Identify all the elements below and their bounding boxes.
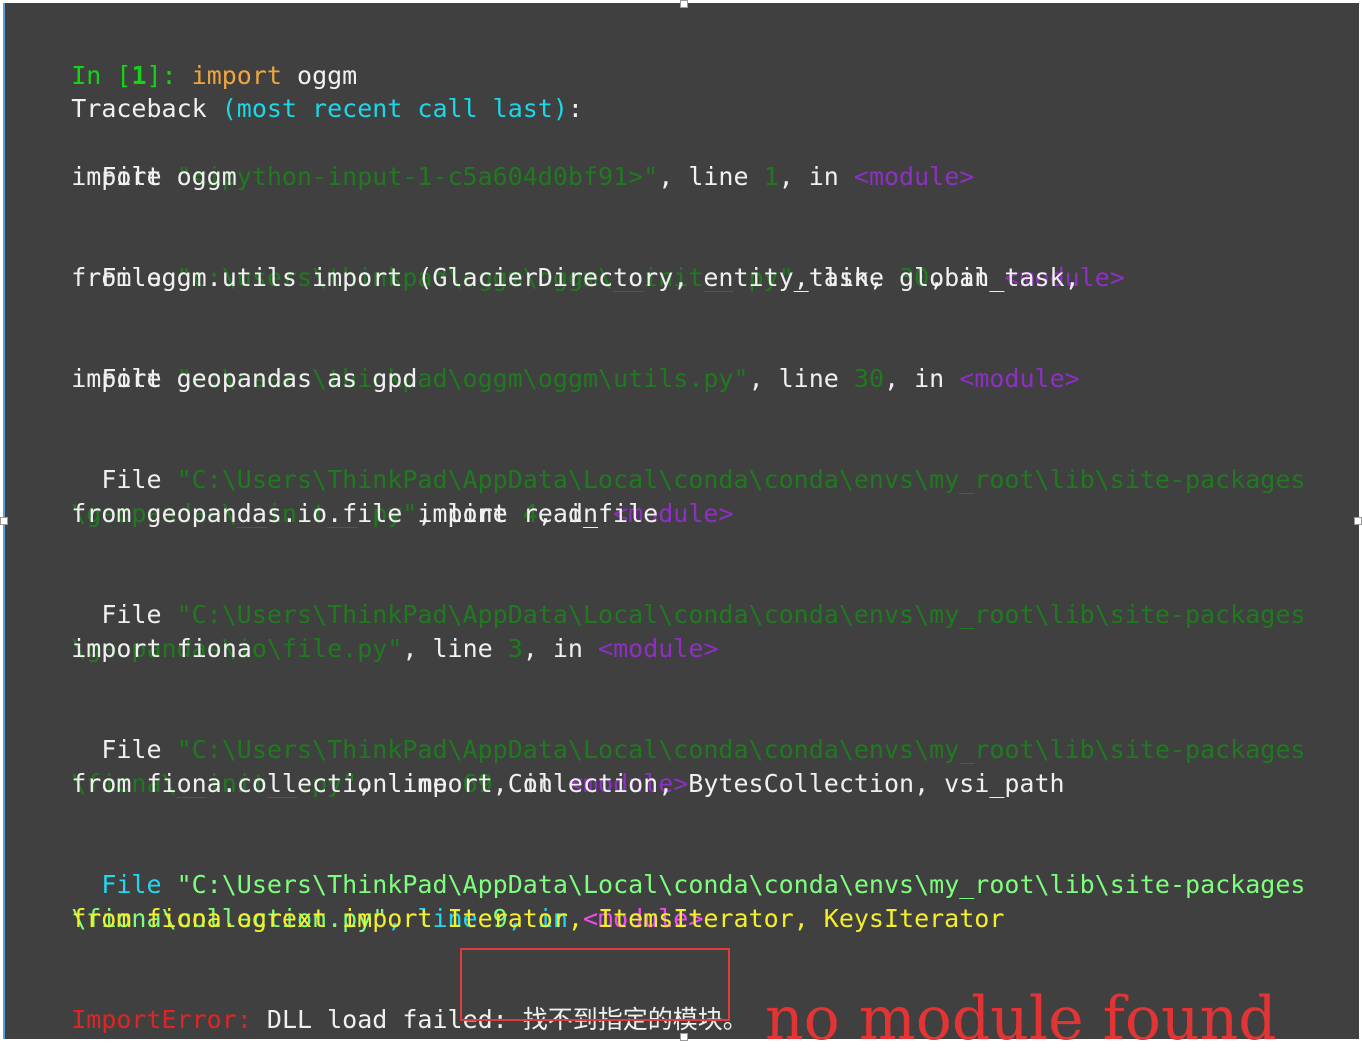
frame-path-continuation: \geopandas\__init__.py", line 4, in <mod… (11, 463, 733, 528)
frame-code-line: from oggm.utils import (GlacierDirectory… (11, 263, 1080, 292)
frame-file-line: File "C:\Users\ThinkPad\AppData\Local\co… (11, 699, 1305, 764)
resize-handle-bottom[interactable] (680, 1033, 688, 1041)
resize-handle-top[interactable] (680, 0, 688, 8)
error-colon: : (236, 1005, 267, 1034)
last-frame-path-continuation: \fiona\collection.py", line 9, in <modul… (11, 868, 703, 933)
frame-file-line: File "<ipython-input-1-c5a604d0bf91>", l… (11, 126, 974, 191)
traceback-word: Traceback (71, 94, 222, 123)
last-frame-file-line: File "C:\Users\ThinkPad\AppData\Local\co… (11, 834, 1305, 899)
frame-line-word: , line (658, 162, 764, 191)
frame-path-continuation: \fiona\__init__.py", line 69, in <module… (11, 733, 688, 798)
frame-in-word: , in (522, 634, 599, 663)
frame-in-word: , in (884, 364, 960, 393)
frame-code-line: from geopandas.io.file import read_file (11, 499, 659, 528)
frame-in-word: , in (778, 162, 854, 191)
frame-file-line: File "c:\users\thinkpad\oggm\oggm\__init… (11, 227, 1125, 292)
frame-line-number: 30 (853, 364, 884, 393)
frame-module: <module> (853, 162, 975, 191)
frame-line-word: , line (402, 634, 508, 663)
input-prompt-line: In [1]: import oggm (11, 25, 357, 90)
frame-line-number: 3 (507, 634, 523, 663)
traceback-colon: : (567, 94, 583, 123)
frame-file-line: File "C:\Users\ThinkPad\AppData\Local\co… (11, 564, 1305, 629)
frame-path: "<ipython-input-1-c5a604d0bf91>" (176, 162, 659, 191)
resize-handle-left[interactable] (0, 517, 8, 525)
frame-line-word: , line (748, 364, 854, 393)
frame-code-line: import geopandas as gpd (11, 364, 418, 393)
error-highlight-box (460, 948, 730, 1021)
frame-code-line: import oggm (11, 162, 237, 191)
resize-handle-right[interactable] (1354, 517, 1362, 525)
frame-file-line: File "c:\users\thinkpad\oggm\oggm\utils.… (11, 328, 1079, 393)
traceback-paren: (most recent call last) (221, 94, 568, 123)
frame-line-number: 1 (763, 162, 779, 191)
frame-module: <module> (959, 364, 1080, 393)
frame-path-continuation: \geopandas\io\file.py", line 3, in <modu… (11, 598, 718, 663)
traceback-header: Traceback (most recent call last): (11, 58, 583, 123)
ipython-console[interactable]: In [1]: import oggm Traceback (most rece… (3, 3, 1359, 1039)
error-type: ImportError (71, 1005, 237, 1034)
frame-code-line: import fiona (11, 634, 252, 663)
annotation-text: no module found (765, 984, 1277, 1054)
last-frame-code-line: from fiona.ogrext import Iterator, Items… (11, 904, 1005, 933)
frame-file-line: File "C:\Users\ThinkPad\AppData\Local\co… (11, 429, 1305, 494)
frame-module: <module> (598, 634, 719, 663)
frame-code-line: from fiona.collection import Collection,… (11, 769, 1065, 798)
